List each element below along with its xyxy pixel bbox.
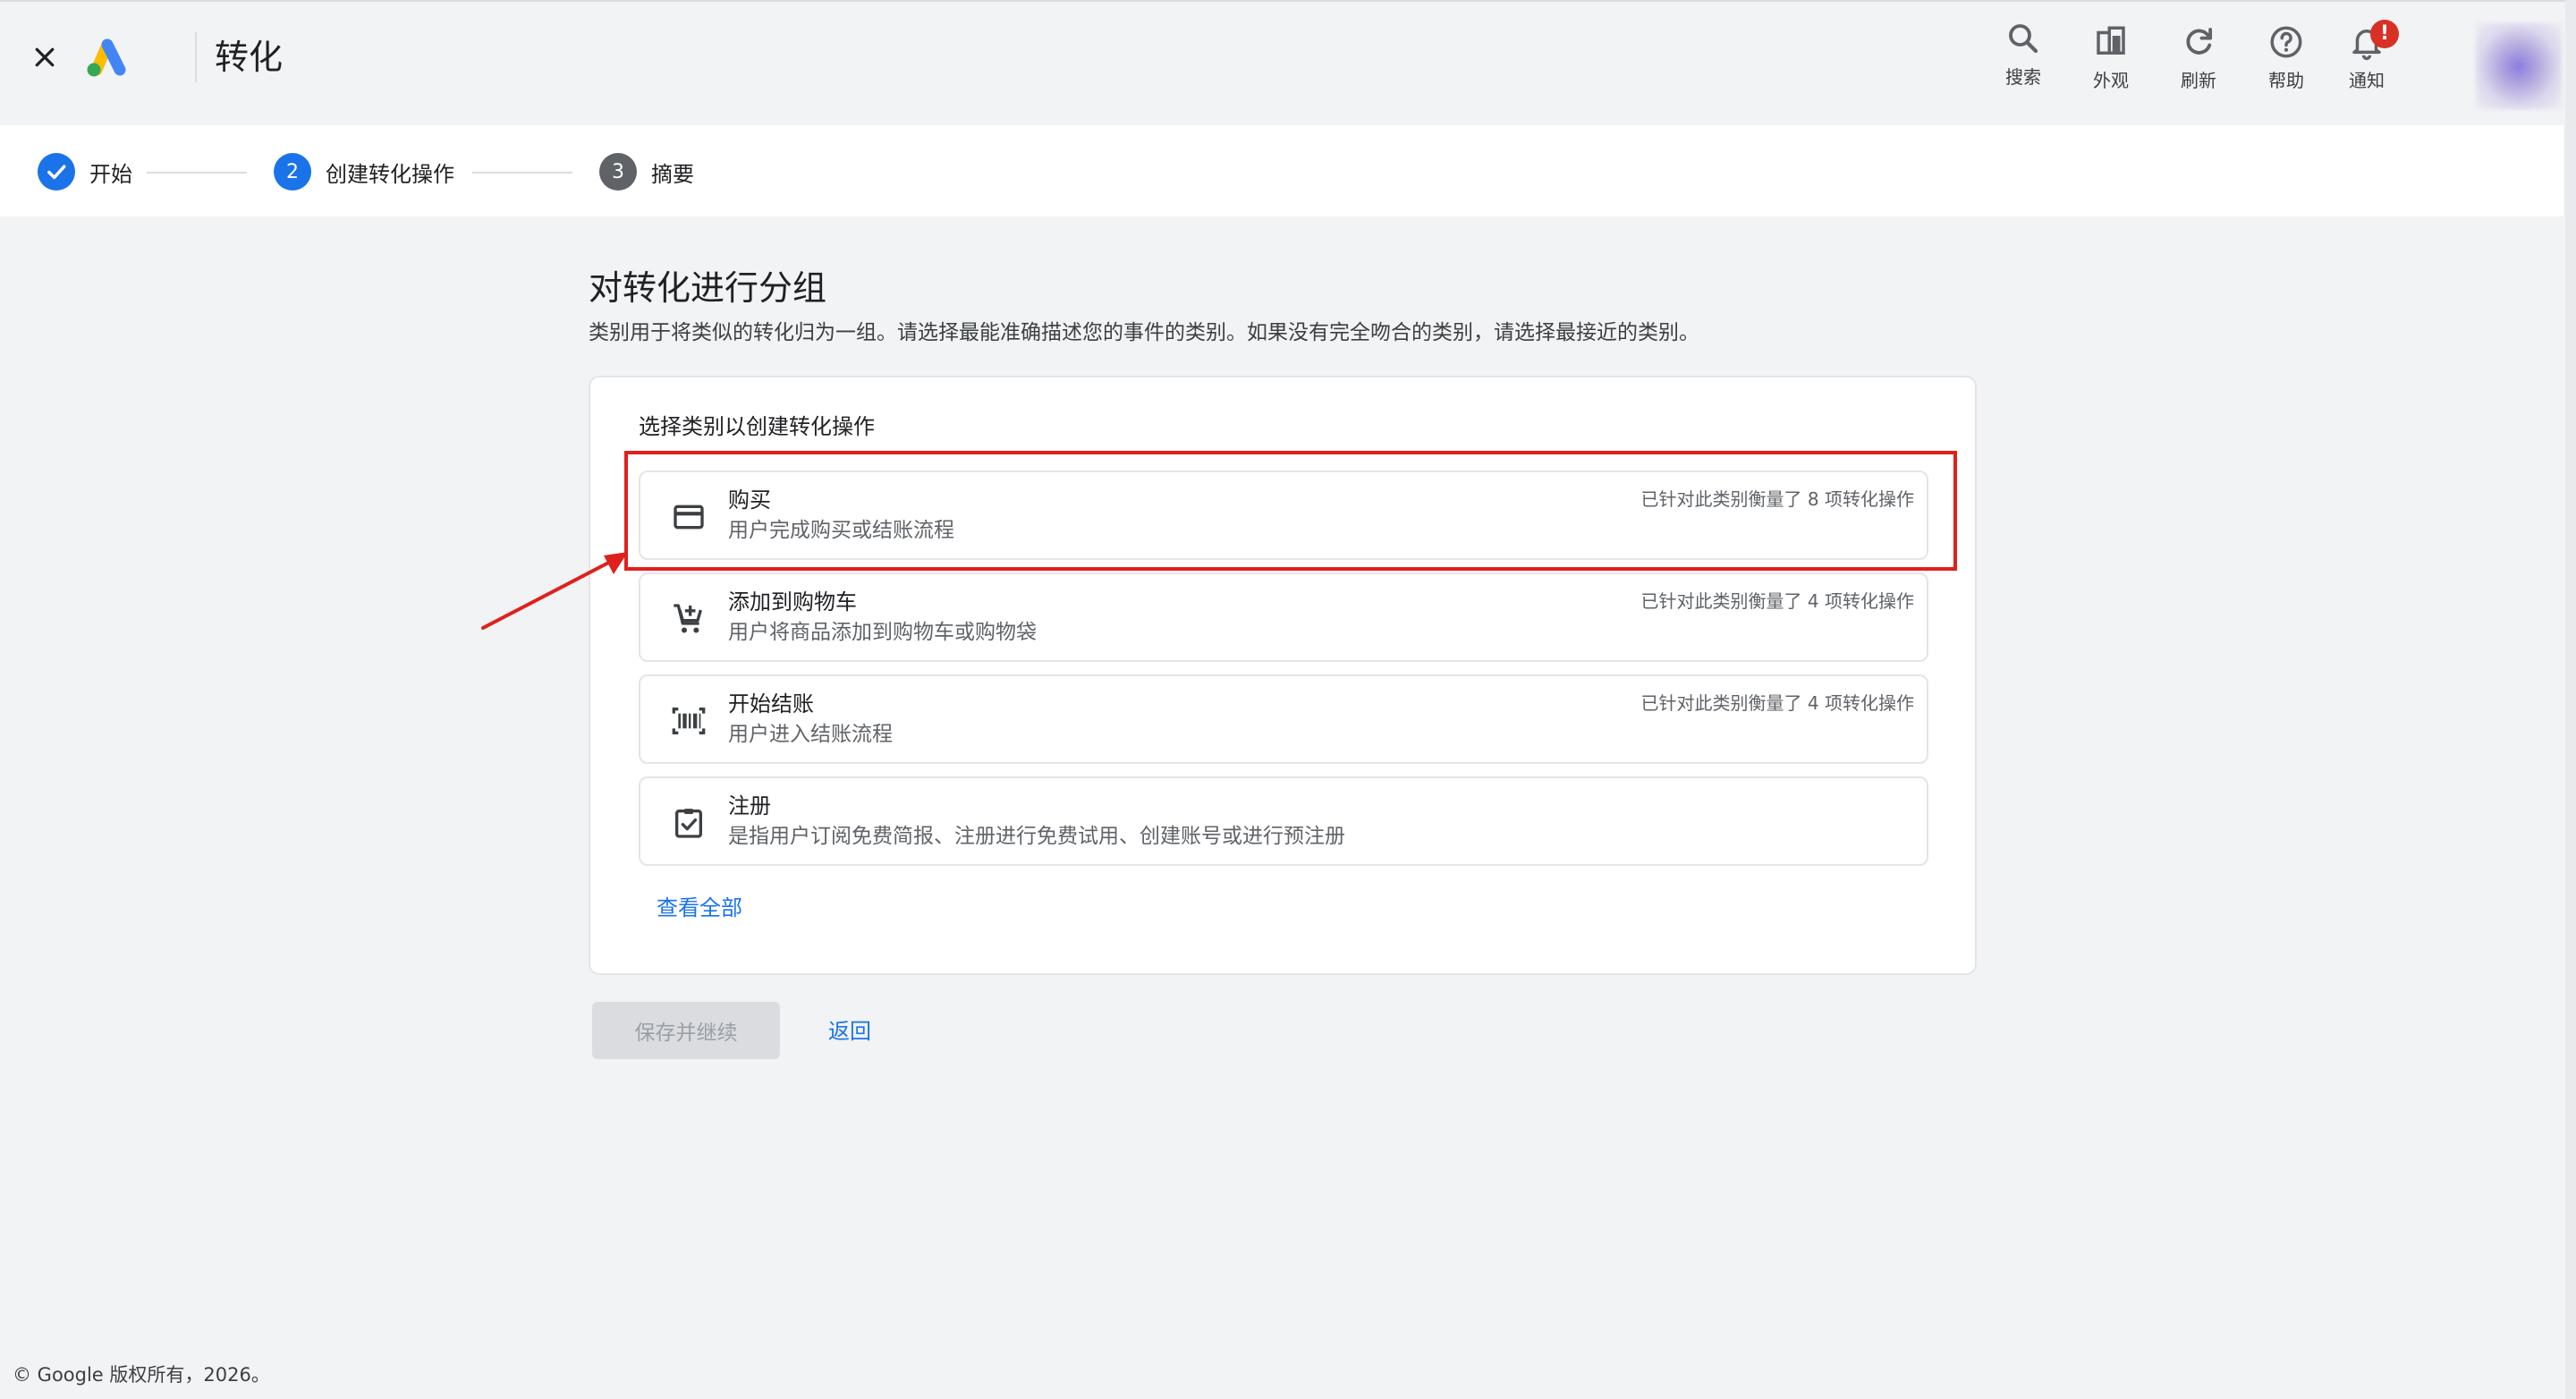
google-ads-logo xyxy=(87,38,126,77)
stepper: 开始 2 创建转化操作 3 摘要 xyxy=(0,125,2563,216)
category-option-purchase[interactable]: 购买 用户完成购买或结账流程 已针对此类别衡量了 8 项转化操作 xyxy=(639,471,1928,560)
view-all-link[interactable]: 查看全部 xyxy=(657,893,742,923)
appearance-label: 外观 xyxy=(2093,70,2129,91)
appearance-icon xyxy=(2097,26,2125,55)
help-button[interactable]: 帮助 xyxy=(2250,23,2322,98)
search-button[interactable]: 搜索 xyxy=(1987,20,2059,95)
window-edge xyxy=(2565,0,2576,1399)
appearance-button[interactable]: 外观 xyxy=(2075,23,2147,98)
option-meta: 已针对此类别衡量了 4 项转化操作 xyxy=(1640,590,1914,612)
refresh-label: 刷新 xyxy=(2181,70,2216,91)
option-description: 用户进入结账流程 xyxy=(728,723,893,746)
step-label-start: 开始 xyxy=(89,161,132,187)
clipboard-check-icon xyxy=(675,809,702,838)
search-icon xyxy=(2009,24,2038,54)
barcode-scanner-icon xyxy=(672,708,706,734)
page-title-header: 转化 xyxy=(215,38,284,77)
step-create-action[interactable]: 2 创建转化操作 xyxy=(274,152,454,191)
back-link[interactable]: 返回 xyxy=(828,1016,871,1047)
option-title: 开始结账 xyxy=(728,691,814,716)
category-option-signup[interactable]: 注册 是指用户订阅免费简报、注册进行免费试用、创建账号或进行预注册 xyxy=(639,776,1928,866)
footer-copyright: © Google 版权所有，2026。 xyxy=(13,1364,270,1386)
save-and-continue-button[interactable]: 保存并继续 xyxy=(592,1002,780,1059)
close-icon xyxy=(35,47,55,67)
notifications-button[interactable]: ! 通知 xyxy=(2331,20,2402,98)
close-button[interactable] xyxy=(25,38,64,77)
help-label: 帮助 xyxy=(2268,70,2304,91)
annotation-arrow xyxy=(481,552,628,630)
header-divider xyxy=(195,32,197,82)
search-label: 搜索 xyxy=(2005,66,2041,88)
option-meta: 已针对此类别衡量了 4 项转化操作 xyxy=(1640,692,1914,714)
option-title: 注册 xyxy=(728,793,771,818)
step-number-circle: 3 xyxy=(599,153,637,191)
card-label: 选择类别以创建转化操作 xyxy=(639,414,875,439)
top-app-bar: 转化 搜索 外观 刷新 帮助 ! 通知 xyxy=(0,0,2576,122)
step-connector xyxy=(472,172,572,174)
credit-card-icon xyxy=(674,504,704,530)
notifications-label: 通知 xyxy=(2349,70,2385,91)
option-description: 用户完成购买或结账流程 xyxy=(728,519,954,542)
step-number-circle: 2 xyxy=(274,153,311,191)
option-description: 用户将商品添加到购物车或购物袋 xyxy=(728,621,1037,644)
option-description: 是指用户订阅免费简报、注册进行免费试用、创建账号或进行预注册 xyxy=(728,825,1345,848)
add-shopping-cart-icon xyxy=(674,604,702,633)
refresh-button[interactable]: 刷新 xyxy=(2163,23,2234,98)
step-label-create: 创建转化操作 xyxy=(326,161,454,187)
refresh-icon xyxy=(2186,28,2213,55)
option-meta: 已针对此类别衡量了 8 项转化操作 xyxy=(1640,488,1914,510)
help-icon xyxy=(2270,26,2302,58)
step-connector xyxy=(147,172,247,174)
step-summary[interactable]: 3 摘要 xyxy=(599,152,694,191)
page-title: 对转化进行分组 xyxy=(589,268,827,308)
option-title: 购买 xyxy=(728,488,771,513)
step-complete-circle xyxy=(38,153,75,191)
step-label-summary: 摘要 xyxy=(651,161,694,187)
avatar[interactable] xyxy=(2476,23,2562,109)
page-description: 类别用于将类似的转化归为一组。请选择最能准确描述您的事件的类别。如果没有完全吻合… xyxy=(589,321,1699,344)
category-option-begin-checkout[interactable]: 开始结账 用户进入结账流程 已针对此类别衡量了 4 项转化操作 xyxy=(639,674,1928,764)
notification-badge: ! xyxy=(2370,20,2399,48)
step-start[interactable]: 开始 xyxy=(38,152,132,191)
option-title: 添加到购物车 xyxy=(728,589,857,615)
category-option-add-to-cart[interactable]: 添加到购物车 用户将商品添加到购物车或购物袋 已针对此类别衡量了 4 项转化操作 xyxy=(639,572,1928,662)
check-icon xyxy=(47,165,66,180)
